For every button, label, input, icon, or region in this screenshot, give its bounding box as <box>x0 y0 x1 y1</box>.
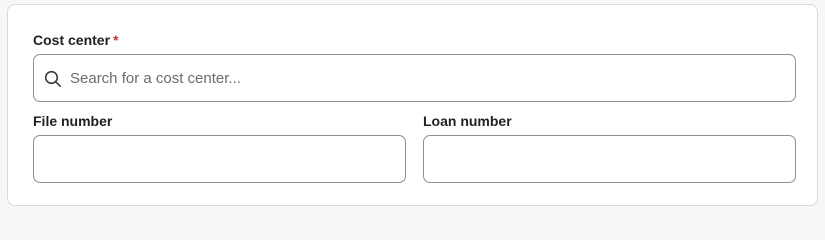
loan-number-field[interactable] <box>423 135 796 183</box>
loan-number-label: Loan number <box>423 113 512 129</box>
form-card: Cost center* File number Loan number <box>7 4 818 206</box>
file-number-input[interactable] <box>34 136 405 182</box>
file-number-label: File number <box>33 113 113 129</box>
file-number-field[interactable] <box>33 135 406 183</box>
required-marker: * <box>113 32 119 48</box>
cost-center-label: Cost center * <box>33 32 118 49</box>
cost-center-search-field[interactable] <box>33 54 796 102</box>
cost-center-label-text: Cost center <box>33 32 111 48</box>
search-icon <box>44 70 62 88</box>
loan-number-input[interactable] <box>424 136 795 182</box>
cost-center-search-input[interactable] <box>70 55 785 101</box>
